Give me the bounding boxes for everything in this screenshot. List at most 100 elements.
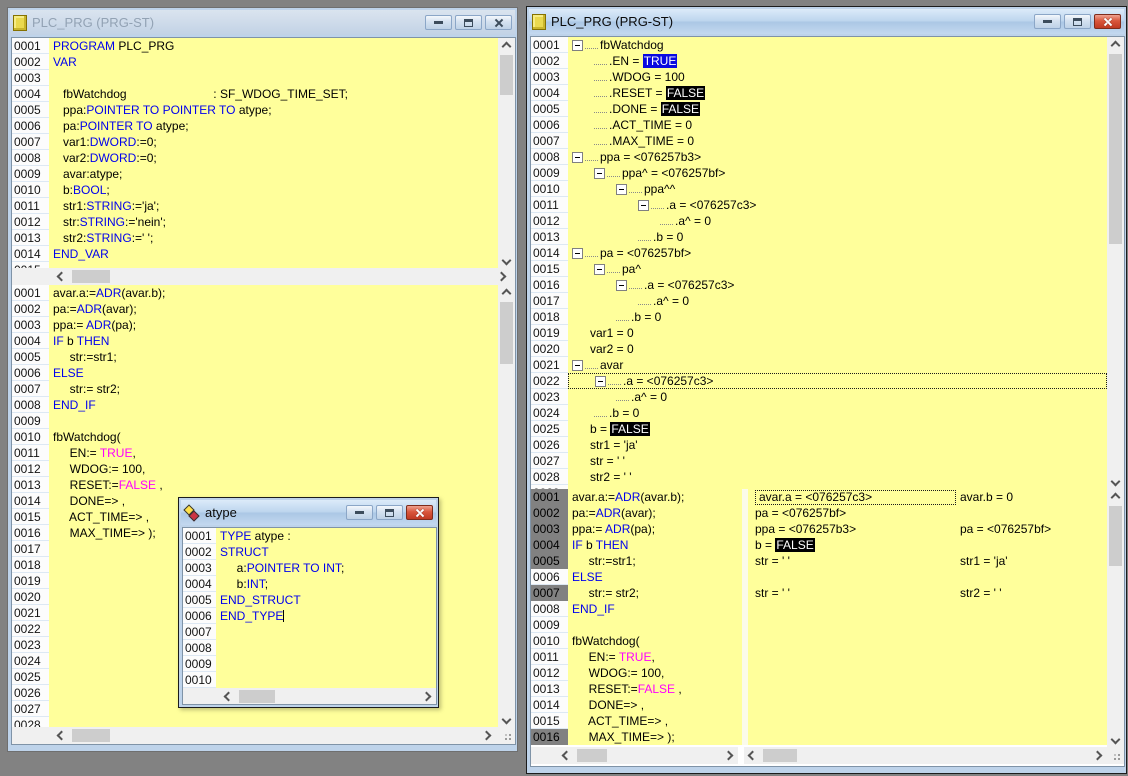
online-code-line[interactable]: 0015 ACT_TIME=> , (531, 713, 1107, 729)
watch-row[interactable]: 0026str1 = 'ja' (531, 437, 1107, 453)
watch-row[interactable]: 0012.a^ = 0 (531, 213, 1107, 229)
code-line-content[interactable]: END_IF (568, 601, 742, 617)
line-number[interactable]: 0008 (12, 150, 49, 166)
line-number[interactable]: 0009 (531, 165, 568, 181)
code-line[interactable]: 0013 RESET:=FALSE , (12, 477, 498, 493)
line-number[interactable]: 0001 (183, 528, 216, 544)
code-line-content[interactable]: str:=str1; (49, 349, 498, 365)
line-number[interactable]: 0002 (183, 544, 216, 560)
tree-expander-icon[interactable] (616, 184, 627, 195)
line-number[interactable]: 0011 (531, 649, 568, 665)
code-line-content[interactable]: WDOG:= 100, (49, 461, 498, 477)
line-number[interactable]: 0009 (531, 617, 568, 633)
code-line-content[interactable]: avar:atype; (49, 166, 498, 182)
close-button[interactable] (1094, 14, 1121, 29)
code-line-content[interactable]: str1:STRING:='ja'; (49, 198, 498, 214)
line-number[interactable]: 0001 (531, 37, 568, 53)
resize-grip[interactable] (1107, 747, 1124, 764)
code-line[interactable]: 0003ppa:= ADR(pa); (12, 317, 498, 333)
watch-row-content[interactable]: .a = <076257c3> (568, 373, 1107, 389)
watch-row[interactable]: 0011.a = <076257c3> (531, 197, 1107, 213)
line-number[interactable]: 0018 (531, 309, 568, 325)
line-number[interactable]: 0028 (12, 717, 49, 727)
line-number[interactable]: 0022 (12, 621, 49, 637)
line-number[interactable]: 0008 (183, 640, 216, 656)
watch-row[interactable]: 0003.WDOG = 100 (531, 69, 1107, 85)
scroll-up-icon[interactable] (502, 42, 512, 52)
scroll-up-icon[interactable] (1111, 493, 1121, 503)
scroll-down-icon[interactable] (502, 256, 512, 266)
code-line-content[interactable]: b:BOOL; (49, 182, 498, 198)
line-number[interactable]: 0013 (531, 229, 568, 245)
online-code-line[interactable]: 0014 DONE=> , (531, 697, 1107, 713)
breakpoint-line-number[interactable]: 0001 (531, 489, 568, 505)
code-line-content[interactable]: str:= str2; (49, 381, 498, 397)
code-line[interactable]: 0005 ppa:POINTER TO POINTER TO atype; (12, 102, 498, 118)
line-number[interactable]: 0020 (12, 589, 49, 605)
line-number[interactable]: 0015 (12, 509, 49, 525)
line-number[interactable]: 0017 (531, 293, 568, 309)
code-line[interactable]: 0012 WDOG:= 100, (12, 461, 498, 477)
line-number[interactable]: 0009 (12, 166, 49, 182)
line-number[interactable]: 0006 (183, 608, 216, 624)
line-number[interactable]: 0012 (12, 461, 49, 477)
watch-row-content[interactable]: avar (568, 357, 1107, 373)
code-line-content[interactable]: WDOG:= 100, (568, 665, 742, 681)
line-number[interactable]: 0009 (12, 413, 49, 429)
line-number[interactable]: 0011 (12, 198, 49, 214)
line-number[interactable]: 0010 (12, 429, 49, 445)
code-line-content[interactable]: IF b THEN (568, 537, 742, 553)
online-code-line[interactable]: 0008END_IF (531, 601, 1107, 617)
line-number[interactable]: 0010 (183, 672, 216, 688)
line-number[interactable]: 0024 (12, 653, 49, 669)
code-line-content[interactable]: fbWatchdog( (568, 633, 742, 649)
line-number[interactable]: 0007 (12, 134, 49, 150)
line-number[interactable]: 0007 (531, 133, 568, 149)
code-line[interactable]: 0010fbWatchdog( (12, 429, 498, 445)
line-number[interactable]: 0005 (12, 349, 49, 365)
line-number[interactable]: 0003 (183, 560, 216, 576)
code-line-content[interactable] (49, 717, 498, 727)
watch-row[interactable]: 0017.a^ = 0 (531, 293, 1107, 309)
line-number[interactable]: 0005 (531, 101, 568, 117)
watch-row-content[interactable]: .WDOG = 100 (568, 69, 1107, 85)
code-line-content[interactable]: EN:= TRUE, (568, 649, 742, 665)
code-line-content[interactable] (49, 70, 498, 86)
tree-expander-icon[interactable] (572, 152, 583, 163)
scroll-right-icon[interactable] (1093, 751, 1103, 761)
watch-row-content[interactable]: .a = <076257c3> (568, 197, 1107, 213)
inline-watch-value[interactable]: ppa = <076257b3> (755, 521, 856, 537)
code-line-content[interactable]: END_TYPE (216, 608, 436, 624)
code-line[interactable]: 0009 (12, 413, 498, 429)
code-line-content[interactable]: END_IF (49, 397, 498, 413)
inline-watch-value[interactable]: pa = <076257bf> (755, 505, 846, 521)
code-line-content[interactable]: pa:=ADR(avar); (49, 301, 498, 317)
close-button[interactable] (485, 15, 512, 30)
watch-row[interactable]: 0024.b = 0 (531, 405, 1107, 421)
line-number[interactable]: 0020 (531, 341, 568, 357)
line-number[interactable]: 0019 (531, 325, 568, 341)
watch-row-content[interactable]: .b = 0 (568, 405, 1107, 421)
inline-watch-value[interactable]: avar.b = 0 (960, 489, 1013, 505)
code-line-content[interactable]: DONE=> , (568, 697, 742, 713)
code-line[interactable]: 0013 str2:STRING:=' '; (12, 230, 498, 246)
breakpoint-line-number[interactable]: 0002 (531, 505, 568, 521)
breakpoint-line-number[interactable]: 0004 (531, 537, 568, 553)
watch-row[interactable]: 0002.EN = TRUE (531, 53, 1107, 69)
watch-variable-tree[interactable]: 0001fbWatchdog0002.EN = TRUE0003.WDOG = … (531, 37, 1107, 489)
code-line-content[interactable] (568, 617, 742, 633)
code-line[interactable]: 0005END_STRUCT (183, 592, 436, 608)
code-line-content[interactable] (216, 656, 436, 672)
line-number[interactable]: 0004 (12, 333, 49, 349)
line-number[interactable]: 0018 (12, 557, 49, 573)
scroll-down-icon[interactable] (1111, 477, 1121, 487)
line-number[interactable]: 0006 (531, 117, 568, 133)
code-line[interactable]: 0006END_TYPE (183, 608, 436, 624)
watch-row[interactable]: 0015pa^ (531, 261, 1107, 277)
online-code-line[interactable]: 0011 EN:= TRUE, (531, 649, 1107, 665)
line-number[interactable]: 0016 (12, 525, 49, 541)
online-code-line[interactable]: 0001avar.a:=ADR(avar.b);avar.a = <076257… (531, 489, 1107, 505)
line-number[interactable]: 0027 (531, 453, 568, 469)
code-line[interactable]: 0010 b:BOOL; (12, 182, 498, 198)
atype-code-editor[interactable]: 0001TYPE atype :0002STRUCT0003 a:POINTER… (183, 528, 436, 688)
